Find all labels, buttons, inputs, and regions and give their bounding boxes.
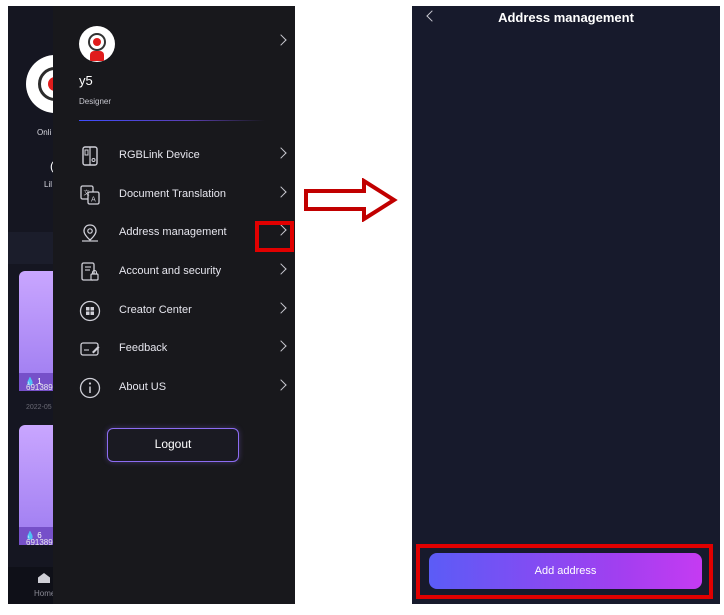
card-date: 2022-05 [26, 404, 52, 411]
creator-center-icon [79, 300, 101, 322]
menu-item-label: Address management [119, 226, 227, 238]
chevron-right-icon [275, 302, 287, 314]
profile-avatar[interactable] [79, 26, 115, 62]
profile-role: Designer [79, 97, 112, 106]
account-security-icon [81, 262, 99, 281]
menu-item-account-security[interactable]: Account and security [53, 256, 295, 288]
page-title: Address management [498, 10, 634, 25]
background-card[interactable]: 💧 6 [19, 425, 53, 545]
chevron-right-icon [275, 340, 287, 352]
online-status-label: Onli [37, 128, 52, 137]
location-pin-icon [82, 224, 98, 242]
chevron-right-icon [275, 263, 287, 275]
menu-item-label: About US [119, 381, 167, 393]
menu-item-label: Feedback [119, 342, 168, 354]
highlight-box-address-chevron [255, 221, 294, 252]
background-card[interactable]: 💧 1 [19, 271, 53, 391]
svg-text:文: 文 [84, 189, 90, 197]
highlight-box-add-address [416, 544, 713, 599]
menu-item-rgblink-device[interactable]: RGBLink Device [53, 140, 295, 172]
profile-divider [79, 120, 265, 121]
menu-item-label: Document Translation [119, 188, 226, 200]
card-id: 691389 [26, 538, 53, 547]
menu-item-feedback[interactable]: Feedback [53, 333, 295, 365]
right-arrow-icon [304, 178, 398, 222]
menu-item-label: Account and security [119, 265, 222, 277]
logout-button[interactable]: Logout [107, 428, 239, 462]
profile-username: y5 [79, 73, 93, 88]
feedback-icon [80, 342, 100, 356]
home-icon[interactable] [38, 573, 50, 583]
menu-item-label: Creator Center [119, 304, 192, 316]
svg-text:A: A [91, 196, 96, 204]
card-id: 691389 [26, 383, 53, 392]
menu-item-label: RGBLink Device [119, 149, 200, 161]
translate-icon: 文 A [80, 185, 100, 205]
profile-chevron-right-icon[interactable] [275, 34, 287, 46]
menu-item-document-translation[interactable]: 文 A Document Translation [53, 179, 295, 211]
chevron-right-icon [275, 147, 287, 159]
side-drawer: y5 Designer RGBLink Device 文 A Document … [53, 6, 295, 604]
background-label: Lil [44, 180, 53, 189]
menu-item-about-us[interactable]: About US [53, 372, 295, 404]
chevron-right-icon [275, 379, 287, 391]
device-icon [82, 146, 98, 166]
info-icon [79, 377, 101, 399]
chevron-right-icon [275, 186, 287, 198]
address-management-screen: Address management [412, 6, 720, 604]
menu-item-creator-center[interactable]: Creator Center [53, 295, 295, 327]
